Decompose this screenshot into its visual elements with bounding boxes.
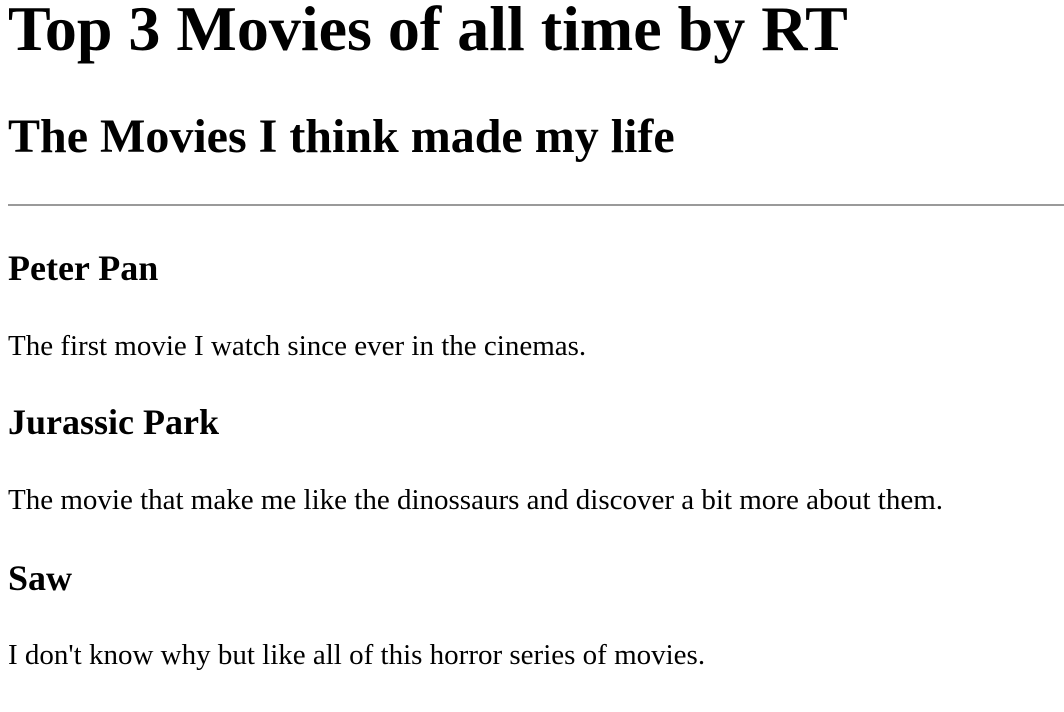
movie-title-jurassic-park: Jurassic Park bbox=[8, 402, 219, 442]
movie-description-saw: I don't know why but like all of this ho… bbox=[8, 639, 706, 671]
movie-description-peter-pan: The first movie I watch since ever in th… bbox=[8, 330, 587, 362]
movie-title-peter-pan: Peter Pan bbox=[8, 248, 159, 288]
movie-description-jurassic-park: The movie that make me like the dinossau… bbox=[8, 484, 943, 516]
horizontal-divider bbox=[8, 204, 1064, 206]
page-subtitle: The Movies I think made my life bbox=[8, 110, 675, 163]
page-title: Top 3 Movies of all time by RT bbox=[8, 0, 848, 64]
movie-title-saw: Saw bbox=[8, 558, 73, 598]
